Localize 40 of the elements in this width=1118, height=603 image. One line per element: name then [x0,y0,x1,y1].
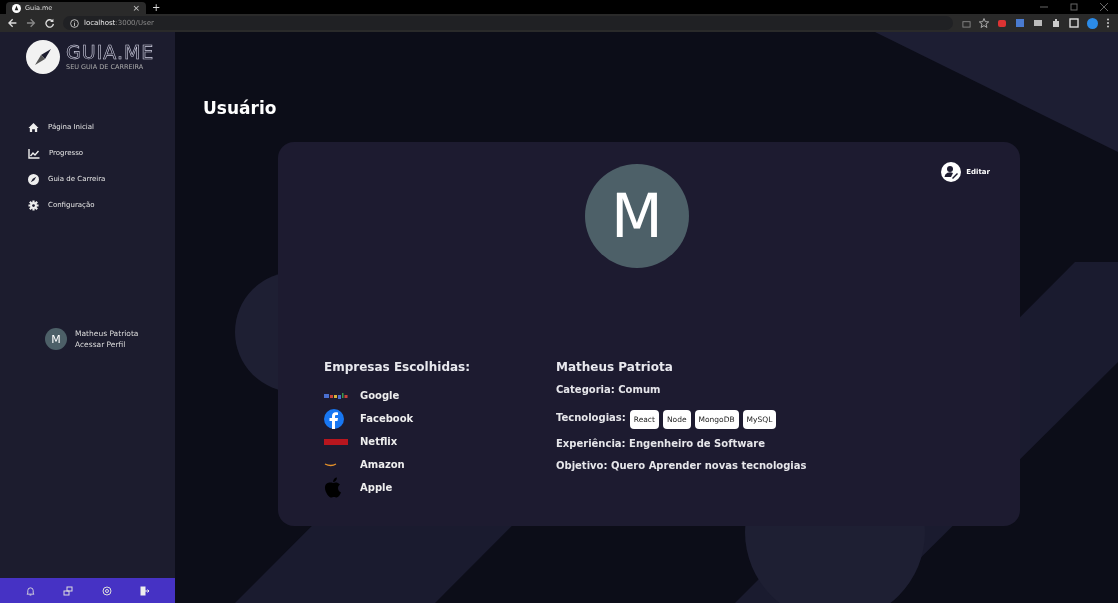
goal-text: Objetivo: Quero Aprender novas tecnologias [556,460,807,471]
star-icon[interactable] [979,18,989,28]
bell-icon[interactable] [26,585,36,596]
avatar: M [585,164,689,268]
reload-icon[interactable] [44,18,54,28]
windows-icon[interactable] [63,585,74,596]
profile-icon[interactable] [1087,17,1098,29]
company-name: Google [360,390,400,401]
maximize-icon[interactable] [1070,3,1078,11]
company-name: Amazon [360,459,405,470]
facebook-logo-icon [324,408,344,429]
line-chart-icon [28,147,40,159]
puzzle-icon[interactable] [1051,18,1061,28]
menu-icon[interactable] [1106,18,1110,28]
section-heading: Empresas Escolhidas: [324,360,471,374]
company-name: Netflix [360,436,398,447]
experience-text: Experiência: Engenheiro de Software [556,438,766,449]
page-title: Usuário [203,98,278,118]
logout-icon[interactable] [139,585,149,596]
category-text: Categoria: Comum [556,384,662,395]
back-icon[interactable] [8,18,18,28]
close-icon[interactable] [1100,3,1108,11]
close-tab-icon[interactable]: × [132,3,140,13]
user-name: Matheus Patriota [556,360,674,374]
technologies-label: Tecnologias: [556,412,626,423]
company-name: Apple [360,482,393,493]
settings-icon [28,199,39,211]
forward-icon[interactable] [26,18,36,28]
info-icon [69,18,79,28]
user-edit-icon [941,162,962,182]
compass-logo-icon [26,40,60,74]
company-name: Facebook [360,413,414,424]
logo-title: GUIA.ME [66,42,155,63]
new-tab-icon[interactable]: + [152,3,161,13]
settings-icon[interactable] [101,585,112,596]
home-icon [28,121,39,133]
compass-icon [28,173,39,185]
sidepanel-icon[interactable] [1069,18,1079,28]
avatar: M [45,328,67,350]
apple-logo-icon [324,477,342,498]
